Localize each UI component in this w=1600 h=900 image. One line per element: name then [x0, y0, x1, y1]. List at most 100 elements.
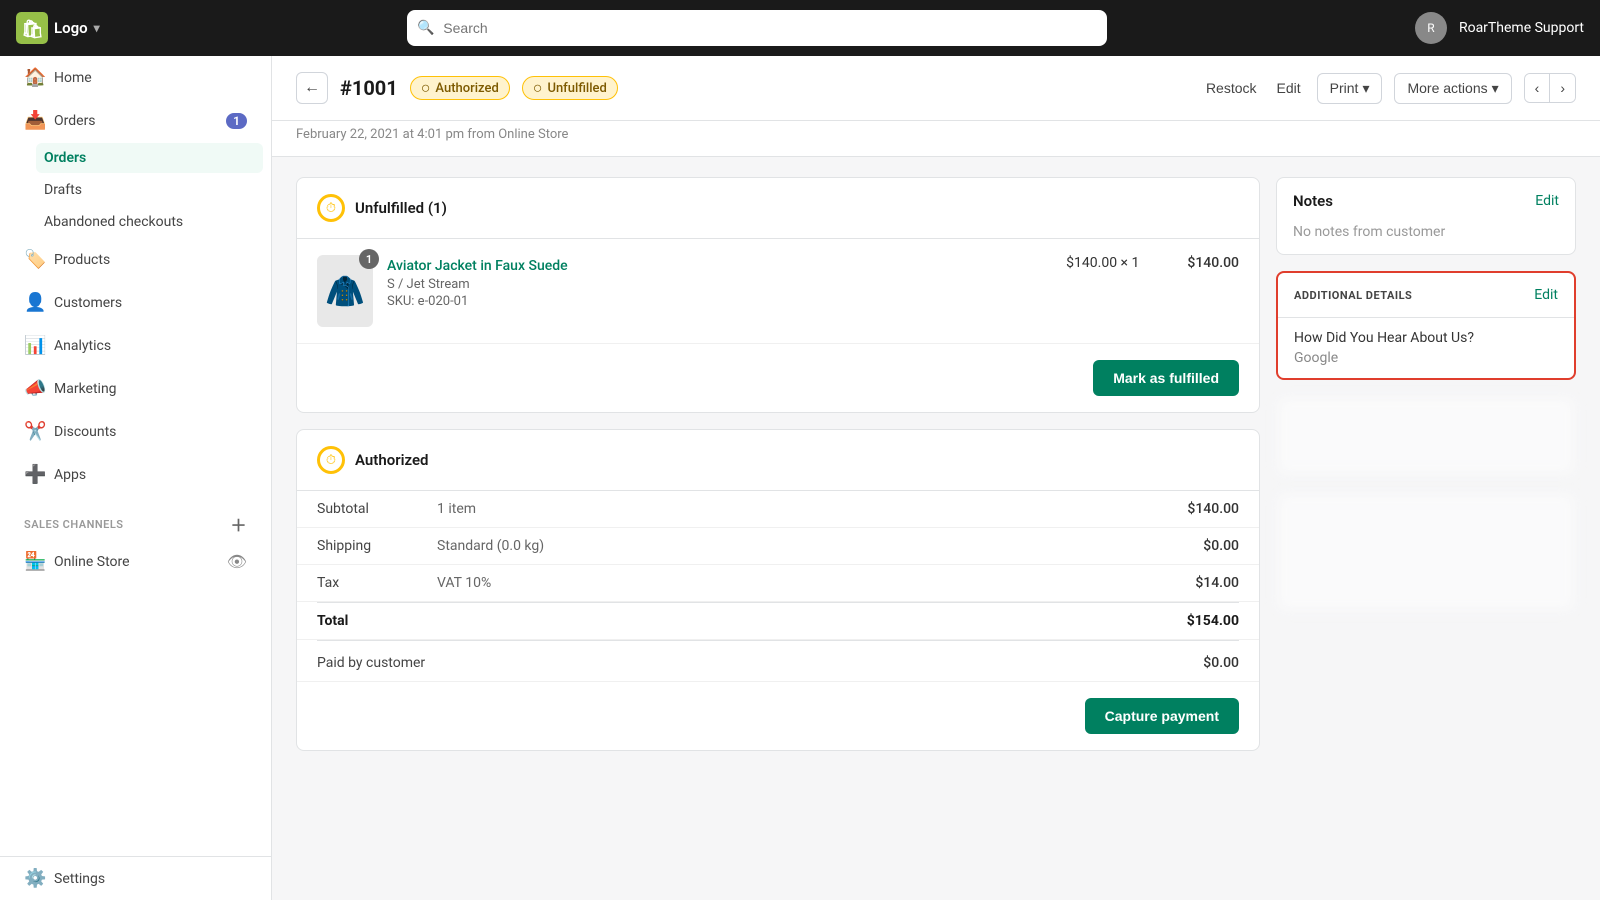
- orders-badge: 1: [226, 113, 247, 129]
- sidebar-item-analytics[interactable]: 📊 Analytics: [8, 325, 263, 366]
- notes-card-header: Notes Edit: [1277, 178, 1575, 224]
- apps-icon: ➕: [24, 464, 44, 485]
- content-area: ⏱ Unfulfilled (1) 🧥 1 Aviator Jacket in …: [272, 157, 1600, 771]
- back-button[interactable]: ←: [296, 72, 328, 104]
- authorized-card-title: Authorized: [355, 451, 428, 469]
- sidebar-subitem-abandoned[interactable]: Abandoned checkouts: [36, 207, 263, 237]
- topnav-right: R RoarTheme Support: [1415, 12, 1584, 44]
- sidebar-subitem-orders[interactable]: Orders: [36, 143, 263, 173]
- sidebar-subitem-drafts[interactable]: Drafts: [36, 175, 263, 205]
- restock-button[interactable]: Restock: [1202, 74, 1261, 102]
- search-input[interactable]: [407, 10, 1107, 46]
- authorized-card-header: ⏱ Authorized: [297, 430, 1259, 491]
- notes-edit-link[interactable]: Edit: [1535, 193, 1559, 209]
- paid-row: Paid by customer $0.00: [297, 641, 1259, 682]
- sidebar-label-discounts: Discounts: [54, 424, 116, 440]
- product-info: Aviator Jacket in Faux Suede S / Jet Str…: [387, 255, 1052, 309]
- nav-arrows: ‹ ›: [1524, 73, 1576, 103]
- fulfill-action: Mark as fulfilled: [297, 344, 1259, 412]
- subtotal-value: $140.00: [1187, 501, 1239, 517]
- tax-label: Tax: [317, 575, 437, 591]
- sidebar-item-home[interactable]: 🏠 Home: [8, 57, 263, 98]
- unfulfilled-card: ⏱ Unfulfilled (1) 🧥 1 Aviator Jacket in …: [296, 177, 1260, 413]
- sidebar-label-analytics: Analytics: [54, 338, 111, 354]
- additional-details-answer: Google: [1294, 350, 1558, 366]
- home-icon: 🏠: [24, 67, 44, 88]
- content-side: Notes Edit No notes from customer ADDITI…: [1276, 177, 1576, 751]
- tax-detail: VAT 10%: [437, 575, 1195, 591]
- more-actions-button[interactable]: More actions ▾: [1394, 73, 1511, 104]
- print-chevron-icon: ▾: [1362, 80, 1369, 97]
- main-content: ← #1001 ○ Authorized ○ Unfulfilled Resto…: [272, 56, 1600, 900]
- analytics-icon: 📊: [24, 335, 44, 356]
- print-button[interactable]: Print ▾: [1317, 73, 1383, 104]
- user-name: RoarTheme Support: [1459, 20, 1584, 36]
- authorized-dot-icon: ○: [421, 80, 431, 96]
- sidebar-item-apps[interactable]: ➕ Apps: [8, 454, 263, 495]
- badge-unfulfilled: ○ Unfulfilled: [522, 76, 618, 100]
- orders-icon: 📥: [24, 110, 44, 131]
- unfulfilled-status-icon: ⏱: [317, 194, 345, 222]
- settings-icon: ⚙️: [24, 868, 44, 889]
- sidebar-item-products[interactable]: 🏷️ Products: [8, 239, 263, 280]
- sidebar: 🏠 Home 📥 Orders 1 Orders Drafts Abandone…: [0, 56, 272, 900]
- product-name-link[interactable]: Aviator Jacket in Faux Suede: [387, 258, 568, 274]
- svg-text:🛍: 🛍: [21, 19, 44, 40]
- sidebar-label-home: Home: [54, 70, 92, 86]
- topnav: 🛍 Logo ▾ 🔍 R RoarTheme Support: [0, 0, 1600, 56]
- mark-fulfilled-button[interactable]: Mark as fulfilled: [1093, 360, 1239, 396]
- unfulfilled-card-title: Unfulfilled (1): [355, 199, 447, 217]
- sidebar-label-customers: Customers: [54, 295, 122, 311]
- sidebar-item-discounts[interactable]: ✂️ Discounts: [8, 411, 263, 452]
- sidebar-item-online-store[interactable]: 🏪 Online Store 👁: [8, 541, 263, 582]
- sidebar-item-customers[interactable]: 👤 Customers: [8, 282, 263, 323]
- sales-channels-section: SALES CHANNELS ＋: [0, 496, 271, 540]
- logo-chevron-icon: ▾: [94, 21, 100, 35]
- logo[interactable]: 🛍 Logo ▾: [16, 12, 100, 44]
- capture-payment-button[interactable]: Capture payment: [1085, 698, 1239, 734]
- tax-value: $14.00: [1195, 575, 1239, 591]
- sidebar-item-marketing[interactable]: 📣 Marketing: [8, 368, 263, 409]
- sidebar-label-orders: Orders: [54, 113, 96, 129]
- product-image-wrap: 🧥 1: [317, 255, 373, 327]
- product-price: $140.00 × 1: [1066, 255, 1139, 271]
- edit-button[interactable]: Edit: [1273, 74, 1305, 102]
- sidebar-label-settings: Settings: [54, 871, 105, 887]
- additional-details-question: How Did You Hear About Us?: [1294, 330, 1558, 346]
- prev-order-button[interactable]: ‹: [1525, 74, 1551, 102]
- notes-content: No notes from customer: [1293, 224, 1445, 240]
- product-quantity-badge: 1: [359, 249, 379, 269]
- sidebar-label-apps: Apps: [54, 467, 86, 483]
- product-image-placeholder: 🧥: [325, 272, 365, 310]
- additional-details-header: ADDITIONAL DETAILS Edit: [1278, 273, 1574, 318]
- additional-details-card: ADDITIONAL DETAILS Edit How Did You Hear…: [1276, 271, 1576, 380]
- notes-title: Notes: [1293, 192, 1333, 210]
- authorized-card: ⏱ Authorized Subtotal 1 item $140.00 Shi…: [296, 429, 1260, 751]
- paid-label: Paid by customer: [317, 655, 437, 671]
- authorized-status-icon: ⏱: [317, 446, 345, 474]
- unfulfilled-card-header: ⏱ Unfulfilled (1): [297, 178, 1259, 239]
- additional-details-edit-link[interactable]: Edit: [1534, 287, 1558, 303]
- avatar: R: [1415, 12, 1447, 44]
- product-sku: SKU: e-020-01: [387, 294, 1052, 309]
- total-value: $154.00: [1187, 613, 1239, 629]
- search-bar: 🔍: [128, 10, 1387, 46]
- blurred-card-2: [1276, 492, 1576, 612]
- tax-row: Tax VAT 10% $14.00: [297, 565, 1259, 602]
- paid-value: $0.00: [1203, 655, 1239, 671]
- next-order-button[interactable]: ›: [1550, 74, 1575, 102]
- order-header: ← #1001 ○ Authorized ○ Unfulfilled Resto…: [272, 56, 1600, 121]
- subtotal-items: 1 item: [437, 501, 1187, 517]
- content-main: ⏱ Unfulfilled (1) 🧥 1 Aviator Jacket in …: [296, 177, 1260, 751]
- total-label: Total: [317, 613, 437, 629]
- sidebar-label-online-store: Online Store: [54, 554, 130, 570]
- sidebar-item-settings[interactable]: ⚙️ Settings: [8, 858, 263, 899]
- eye-icon: 👁: [227, 552, 247, 571]
- sidebar-bottom: ⚙️ Settings: [0, 856, 271, 900]
- marketing-icon: 📣: [24, 378, 44, 399]
- add-sales-channel-button[interactable]: ＋: [230, 512, 247, 536]
- discounts-icon: ✂️: [24, 421, 44, 442]
- product-variant: S / Jet Stream: [387, 277, 1052, 292]
- order-actions: Restock Edit Print ▾ More actions ▾ ‹ ›: [1202, 73, 1576, 104]
- sidebar-item-orders[interactable]: 📥 Orders 1: [8, 100, 263, 141]
